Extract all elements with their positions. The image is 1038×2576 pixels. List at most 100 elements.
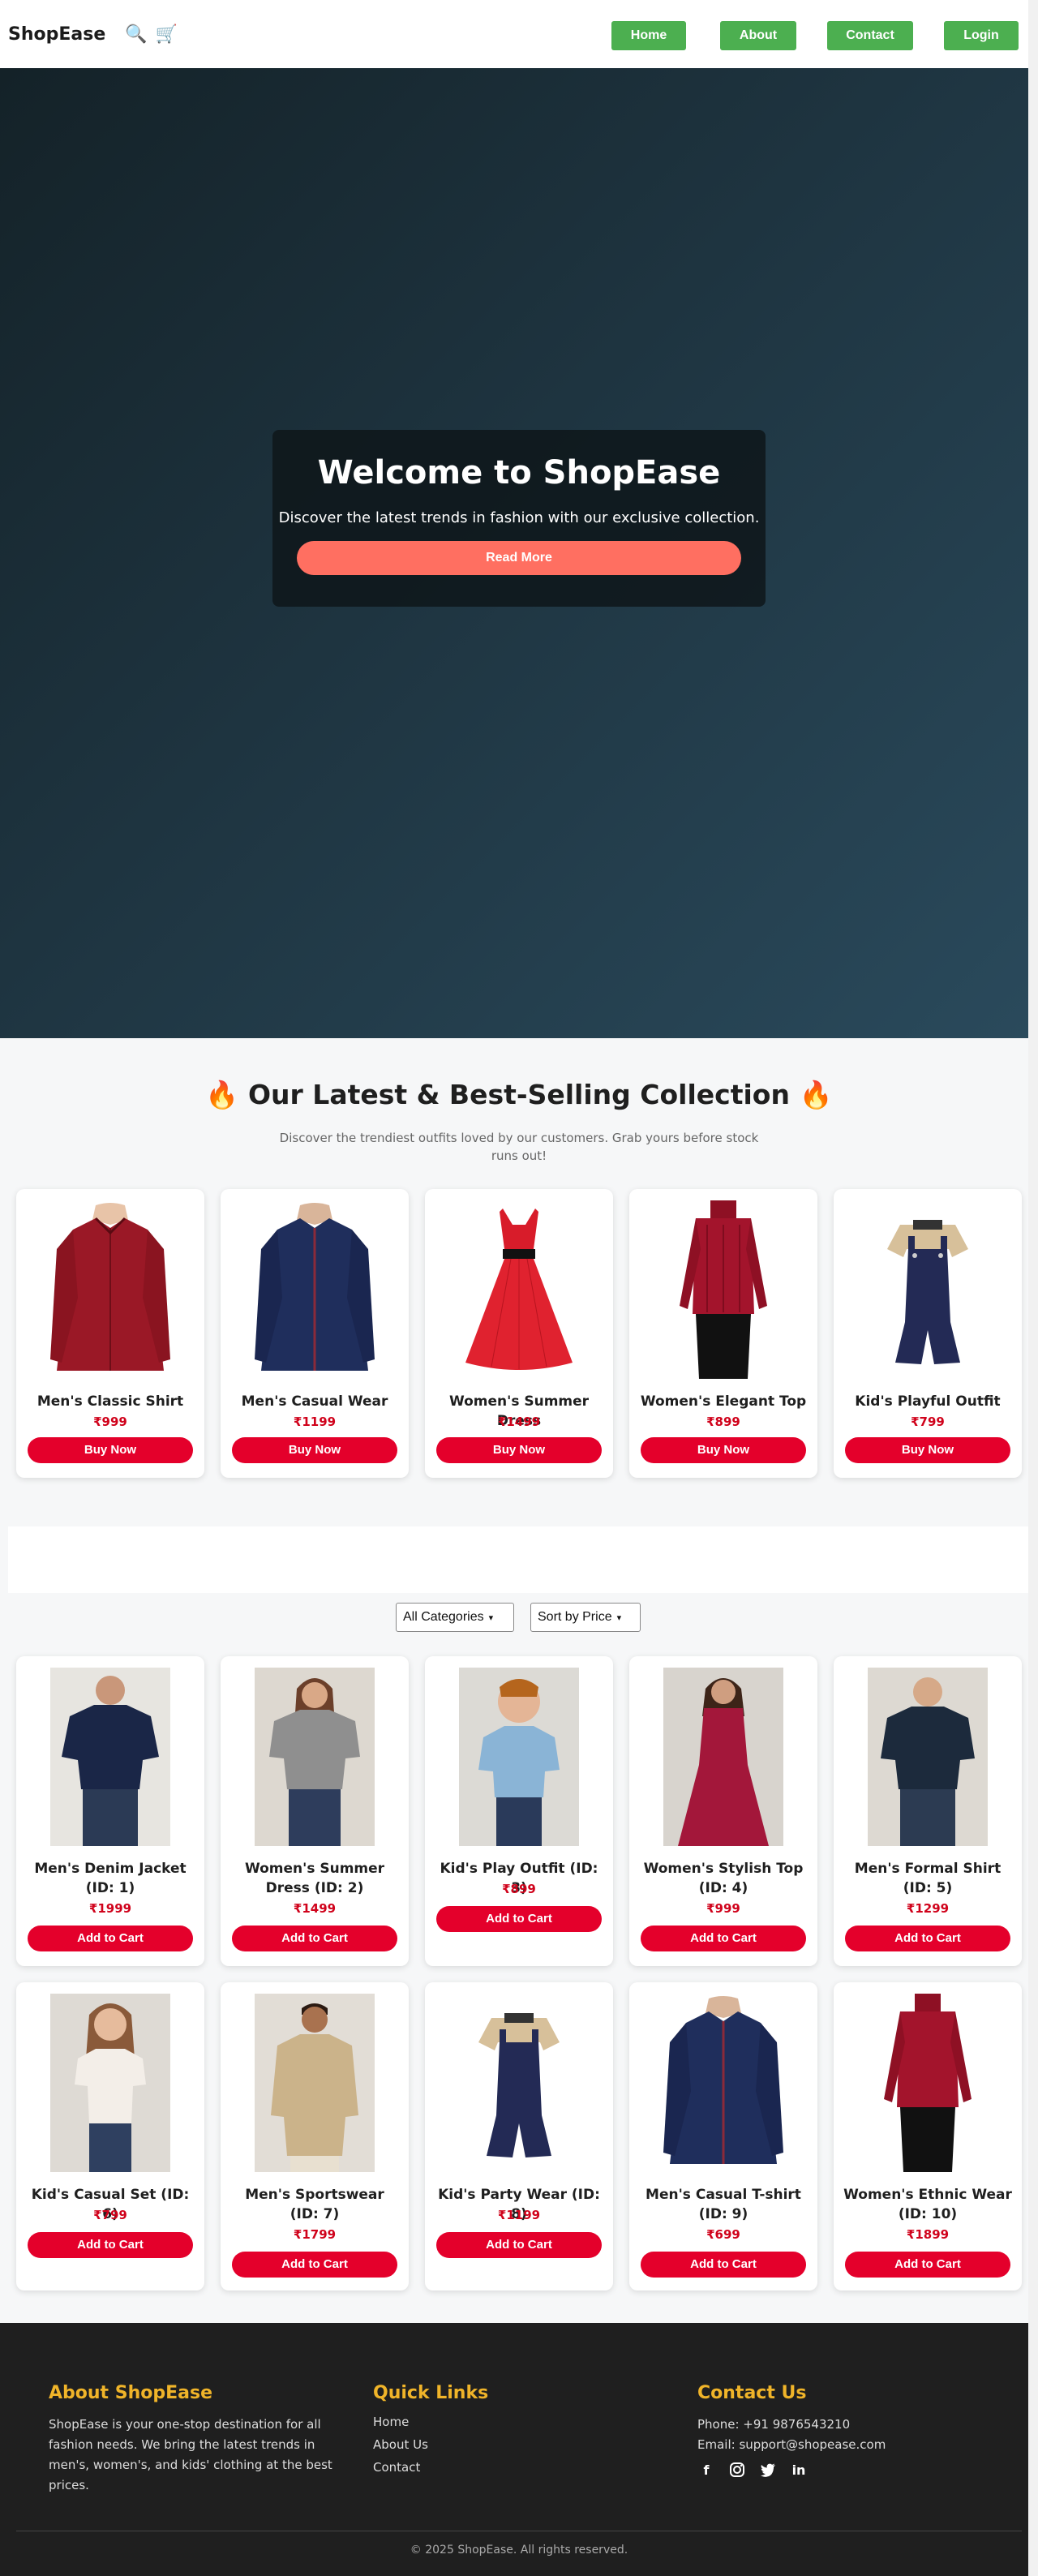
buy-now-button[interactable]: Buy Now: [232, 1437, 397, 1463]
chevron-down-icon: ▾: [616, 1612, 622, 1623]
product-price: ₹1799: [293, 2227, 337, 2242]
product-image: [50, 1994, 170, 2172]
product-name: Women's Stylish Top (ID: 4): [643, 1861, 804, 1896]
featured-subtitle: Discover the trendiest outfits loved by …: [279, 1131, 759, 1163]
product-name: Men's Casual T-shirt (ID: 9): [646, 2187, 801, 2222]
nav-home-button[interactable]: Home: [611, 21, 686, 50]
product-image: [663, 1200, 783, 1379]
featured-card: Men's Casual Wear ₹1199 Buy Now: [221, 1189, 409, 1478]
product-card: Men's Casual T-shirt (ID: 9) ₹699 Add to…: [629, 1982, 817, 2290]
featured-name: Men's Casual Wear: [241, 1393, 388, 1410]
product-price: ₹1499: [293, 1901, 337, 1916]
product-image: [663, 1668, 783, 1846]
hero-subtitle: Discover the latest trends in fashion wi…: [278, 509, 760, 526]
page-scrollbar[interactable]: [1028, 0, 1038, 2576]
add-to-cart-button[interactable]: Add to Cart: [845, 1926, 1010, 1951]
product-price: ₹799: [93, 2208, 127, 2222]
add-to-cart-button[interactable]: Add to Cart: [641, 1926, 806, 1951]
brand-logo[interactable]: ShopEase: [8, 24, 105, 45]
search-icon[interactable]: 🔍: [125, 24, 147, 45]
featured-card: Men's Classic Shirt ₹999 Buy Now: [16, 1189, 204, 1478]
add-to-cart-button[interactable]: Add to Cart: [436, 1906, 602, 1932]
product-price: ₹1199: [497, 2208, 541, 2222]
product-image: [459, 1994, 579, 2172]
product-name: Women's Summer Dress (ID: 2): [244, 1861, 385, 1896]
add-to-cart-button[interactable]: Add to Cart: [232, 1926, 397, 1951]
footer-link-contact[interactable]: Contact: [373, 2460, 616, 2475]
buy-now-button[interactable]: Buy Now: [845, 1437, 1010, 1463]
linkedin-icon[interactable]: in: [790, 2462, 808, 2479]
product-price: ₹1899: [906, 2227, 950, 2242]
nav-login-button[interactable]: Login: [944, 21, 1019, 50]
product-card: Women's Ethnic Wear (ID: 10) ₹1899 Add t…: [834, 1982, 1022, 2290]
instagram-icon[interactable]: [728, 2462, 746, 2479]
hero-banner: Welcome to ShopEase Discover the latest …: [0, 68, 1038, 1038]
product-name: Men's Sportswear (ID: 7): [245, 2187, 384, 2222]
twitter-icon[interactable]: [759, 2462, 777, 2479]
featured-name: Men's Classic Shirt: [36, 1393, 184, 1410]
product-card: Men's Denim Jacket (ID: 1) ₹1999 Add to …: [16, 1656, 204, 1966]
cart-icon[interactable]: 🛒: [156, 24, 178, 45]
buy-now-button[interactable]: Buy Now: [436, 1437, 602, 1463]
footer-about-title: About ShopEase: [49, 2383, 212, 2403]
featured-price: ₹899: [706, 1415, 740, 1429]
product-image: [459, 1200, 579, 1379]
facebook-icon[interactable]: f: [697, 2462, 715, 2479]
hero-title: Welcome to ShopEase: [317, 454, 721, 492]
footer-contact-title: Contact Us: [697, 2383, 807, 2403]
social-links: f in: [697, 2462, 989, 2479]
footer-email: Email: support@shopease.com: [697, 2437, 886, 2452]
sort-select[interactable]: Sort by Price ▾: [530, 1603, 641, 1632]
nav-about-button[interactable]: About: [720, 21, 796, 50]
product-card: Kid's Party Wear (ID: 8) ₹1199 Add to Ca…: [425, 1982, 613, 2290]
add-to-cart-button[interactable]: Add to Cart: [232, 2252, 397, 2278]
footer-link-about[interactable]: About Us: [373, 2437, 616, 2452]
featured-price: ₹999: [93, 1415, 127, 1429]
footer-about: About ShopEase ShopEase is your one-stop…: [49, 2383, 341, 2496]
featured-card: Women's Elegant Top ₹899 Buy Now: [629, 1189, 817, 1478]
product-price: ₹899: [502, 1882, 536, 1896]
navbar: ShopEase 🔍 🛒 Home About Contact Login: [0, 0, 1028, 68]
category-select-value: All Categories: [403, 1610, 484, 1624]
product-name: Men's Denim Jacket (ID: 1): [34, 1861, 187, 1896]
add-to-cart-button[interactable]: Add to Cart: [845, 2252, 1010, 2278]
footer: About ShopEase ShopEase is your one-stop…: [0, 2323, 1038, 2576]
product-image: [255, 1994, 375, 2172]
product-image: [868, 1994, 988, 2172]
featured-name: Kid's Playful Outfit: [855, 1393, 1001, 1410]
promo-strip: [8, 1526, 1038, 1593]
footer-links-title: Quick Links: [373, 2383, 489, 2403]
add-to-cart-button[interactable]: Add to Cart: [28, 2232, 193, 2258]
featured-price: ₹799: [911, 1415, 945, 1429]
product-image: [50, 1668, 170, 1846]
product-price: ₹999: [706, 1901, 740, 1916]
featured-price: ₹1499: [497, 1415, 541, 1429]
product-image: [50, 1200, 170, 1379]
featured-title: 🔥 Our Latest & Best-Selling Collection 🔥: [205, 1079, 833, 1110]
featured-price: ₹1199: [293, 1415, 337, 1429]
product-image: [663, 1994, 783, 2172]
footer-link-home[interactable]: Home: [373, 2415, 616, 2429]
buy-now-button[interactable]: Buy Now: [641, 1437, 806, 1463]
product-price: ₹1999: [88, 1901, 132, 1916]
product-image: [868, 1668, 988, 1846]
product-price: ₹1299: [906, 1901, 950, 1916]
nav-contact-button[interactable]: Contact: [827, 21, 913, 50]
add-to-cart-button[interactable]: Add to Cart: [28, 1926, 193, 1951]
product-name: Men's Formal Shirt (ID: 5): [854, 1861, 1002, 1896]
footer-phone: Phone: +91 9876543210: [697, 2417, 851, 2432]
featured-name: Women's Elegant Top: [640, 1393, 807, 1410]
product-card: Kid's Casual Set (ID: 6) ₹799 Add to Car…: [16, 1982, 204, 2290]
product-card: Men's Sportswear (ID: 7) ₹1799 Add to Ca…: [221, 1982, 409, 2290]
read-more-button[interactable]: Read More: [297, 541, 741, 575]
buy-now-button[interactable]: Buy Now: [28, 1437, 193, 1463]
add-to-cart-button[interactable]: Add to Cart: [436, 2232, 602, 2258]
category-select[interactable]: All Categories ▾: [396, 1603, 514, 1632]
chevron-down-icon: ▾: [488, 1612, 494, 1623]
nav-icons: 🔍 🛒: [125, 24, 178, 45]
sort-select-value: Sort by Price: [538, 1610, 612, 1624]
product-card: Men's Formal Shirt (ID: 5) ₹1299 Add to …: [834, 1656, 1022, 1966]
add-to-cart-button[interactable]: Add to Cart: [641, 2252, 806, 2278]
product-card: Women's Stylish Top (ID: 4) ₹999 Add to …: [629, 1656, 817, 1966]
product-image: [868, 1200, 988, 1379]
